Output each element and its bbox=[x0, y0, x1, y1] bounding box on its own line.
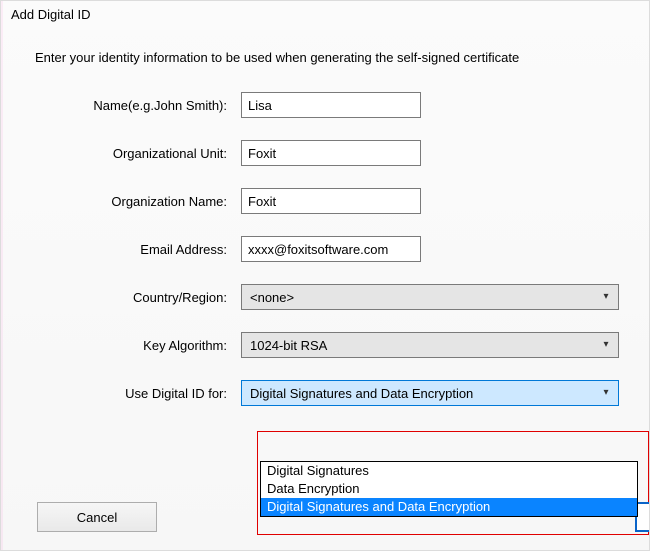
row-name: Name(e.g.John Smith): bbox=[1, 81, 649, 129]
use-for-dropdown-list[interactable]: Digital Signatures Data Encryption Digit… bbox=[260, 461, 638, 517]
country-select[interactable]: <none> ▾ bbox=[241, 284, 619, 310]
key-algorithm-select[interactable]: 1024-bit RSA ▾ bbox=[241, 332, 619, 358]
use-digital-id-for-select[interactable]: Digital Signatures and Data Encryption ▾ bbox=[241, 380, 619, 406]
use-for-option-selected[interactable]: Digital Signatures and Data Encryption bbox=[261, 498, 637, 516]
row-org-name: Organization Name: bbox=[1, 177, 649, 225]
label-use-for: Use Digital ID for: bbox=[1, 386, 241, 401]
email-field[interactable] bbox=[241, 236, 421, 262]
org-name-field[interactable] bbox=[241, 188, 421, 214]
add-digital-id-dialog: Add Digital ID Enter your identity infor… bbox=[0, 0, 650, 551]
org-unit-field[interactable] bbox=[241, 140, 421, 166]
country-value: <none> bbox=[250, 290, 294, 305]
dialog-title: Add Digital ID bbox=[1, 1, 649, 24]
chevron-down-icon: ▾ bbox=[600, 340, 612, 350]
use-for-option[interactable]: Data Encryption bbox=[261, 480, 637, 498]
row-email: Email Address: bbox=[1, 225, 649, 273]
row-use-for: Use Digital ID for: Digital Signatures a… bbox=[1, 369, 649, 417]
identity-form: Name(e.g.John Smith): Organizational Uni… bbox=[1, 81, 649, 417]
label-org-unit: Organizational Unit: bbox=[1, 146, 241, 161]
cancel-button[interactable]: Cancel bbox=[37, 502, 157, 532]
label-country: Country/Region: bbox=[1, 290, 241, 305]
decorative-edge bbox=[1, 1, 3, 550]
chevron-down-icon: ▾ bbox=[600, 292, 612, 302]
label-org-name: Organization Name: bbox=[1, 194, 241, 209]
chevron-down-icon: ▾ bbox=[600, 388, 612, 398]
label-name: Name(e.g.John Smith): bbox=[1, 98, 241, 113]
use-for-value: Digital Signatures and Data Encryption bbox=[250, 386, 473, 401]
row-country: Country/Region: <none> ▾ bbox=[1, 273, 649, 321]
dialog-intro: Enter your identity information to be us… bbox=[1, 24, 649, 71]
algo-value: 1024-bit RSA bbox=[250, 338, 327, 353]
label-algo: Key Algorithm: bbox=[1, 338, 241, 353]
name-field[interactable] bbox=[241, 92, 421, 118]
use-for-option[interactable]: Digital Signatures bbox=[261, 462, 637, 480]
label-email: Email Address: bbox=[1, 242, 241, 257]
row-org-unit: Organizational Unit: bbox=[1, 129, 649, 177]
row-algo: Key Algorithm: 1024-bit RSA ▾ bbox=[1, 321, 649, 369]
